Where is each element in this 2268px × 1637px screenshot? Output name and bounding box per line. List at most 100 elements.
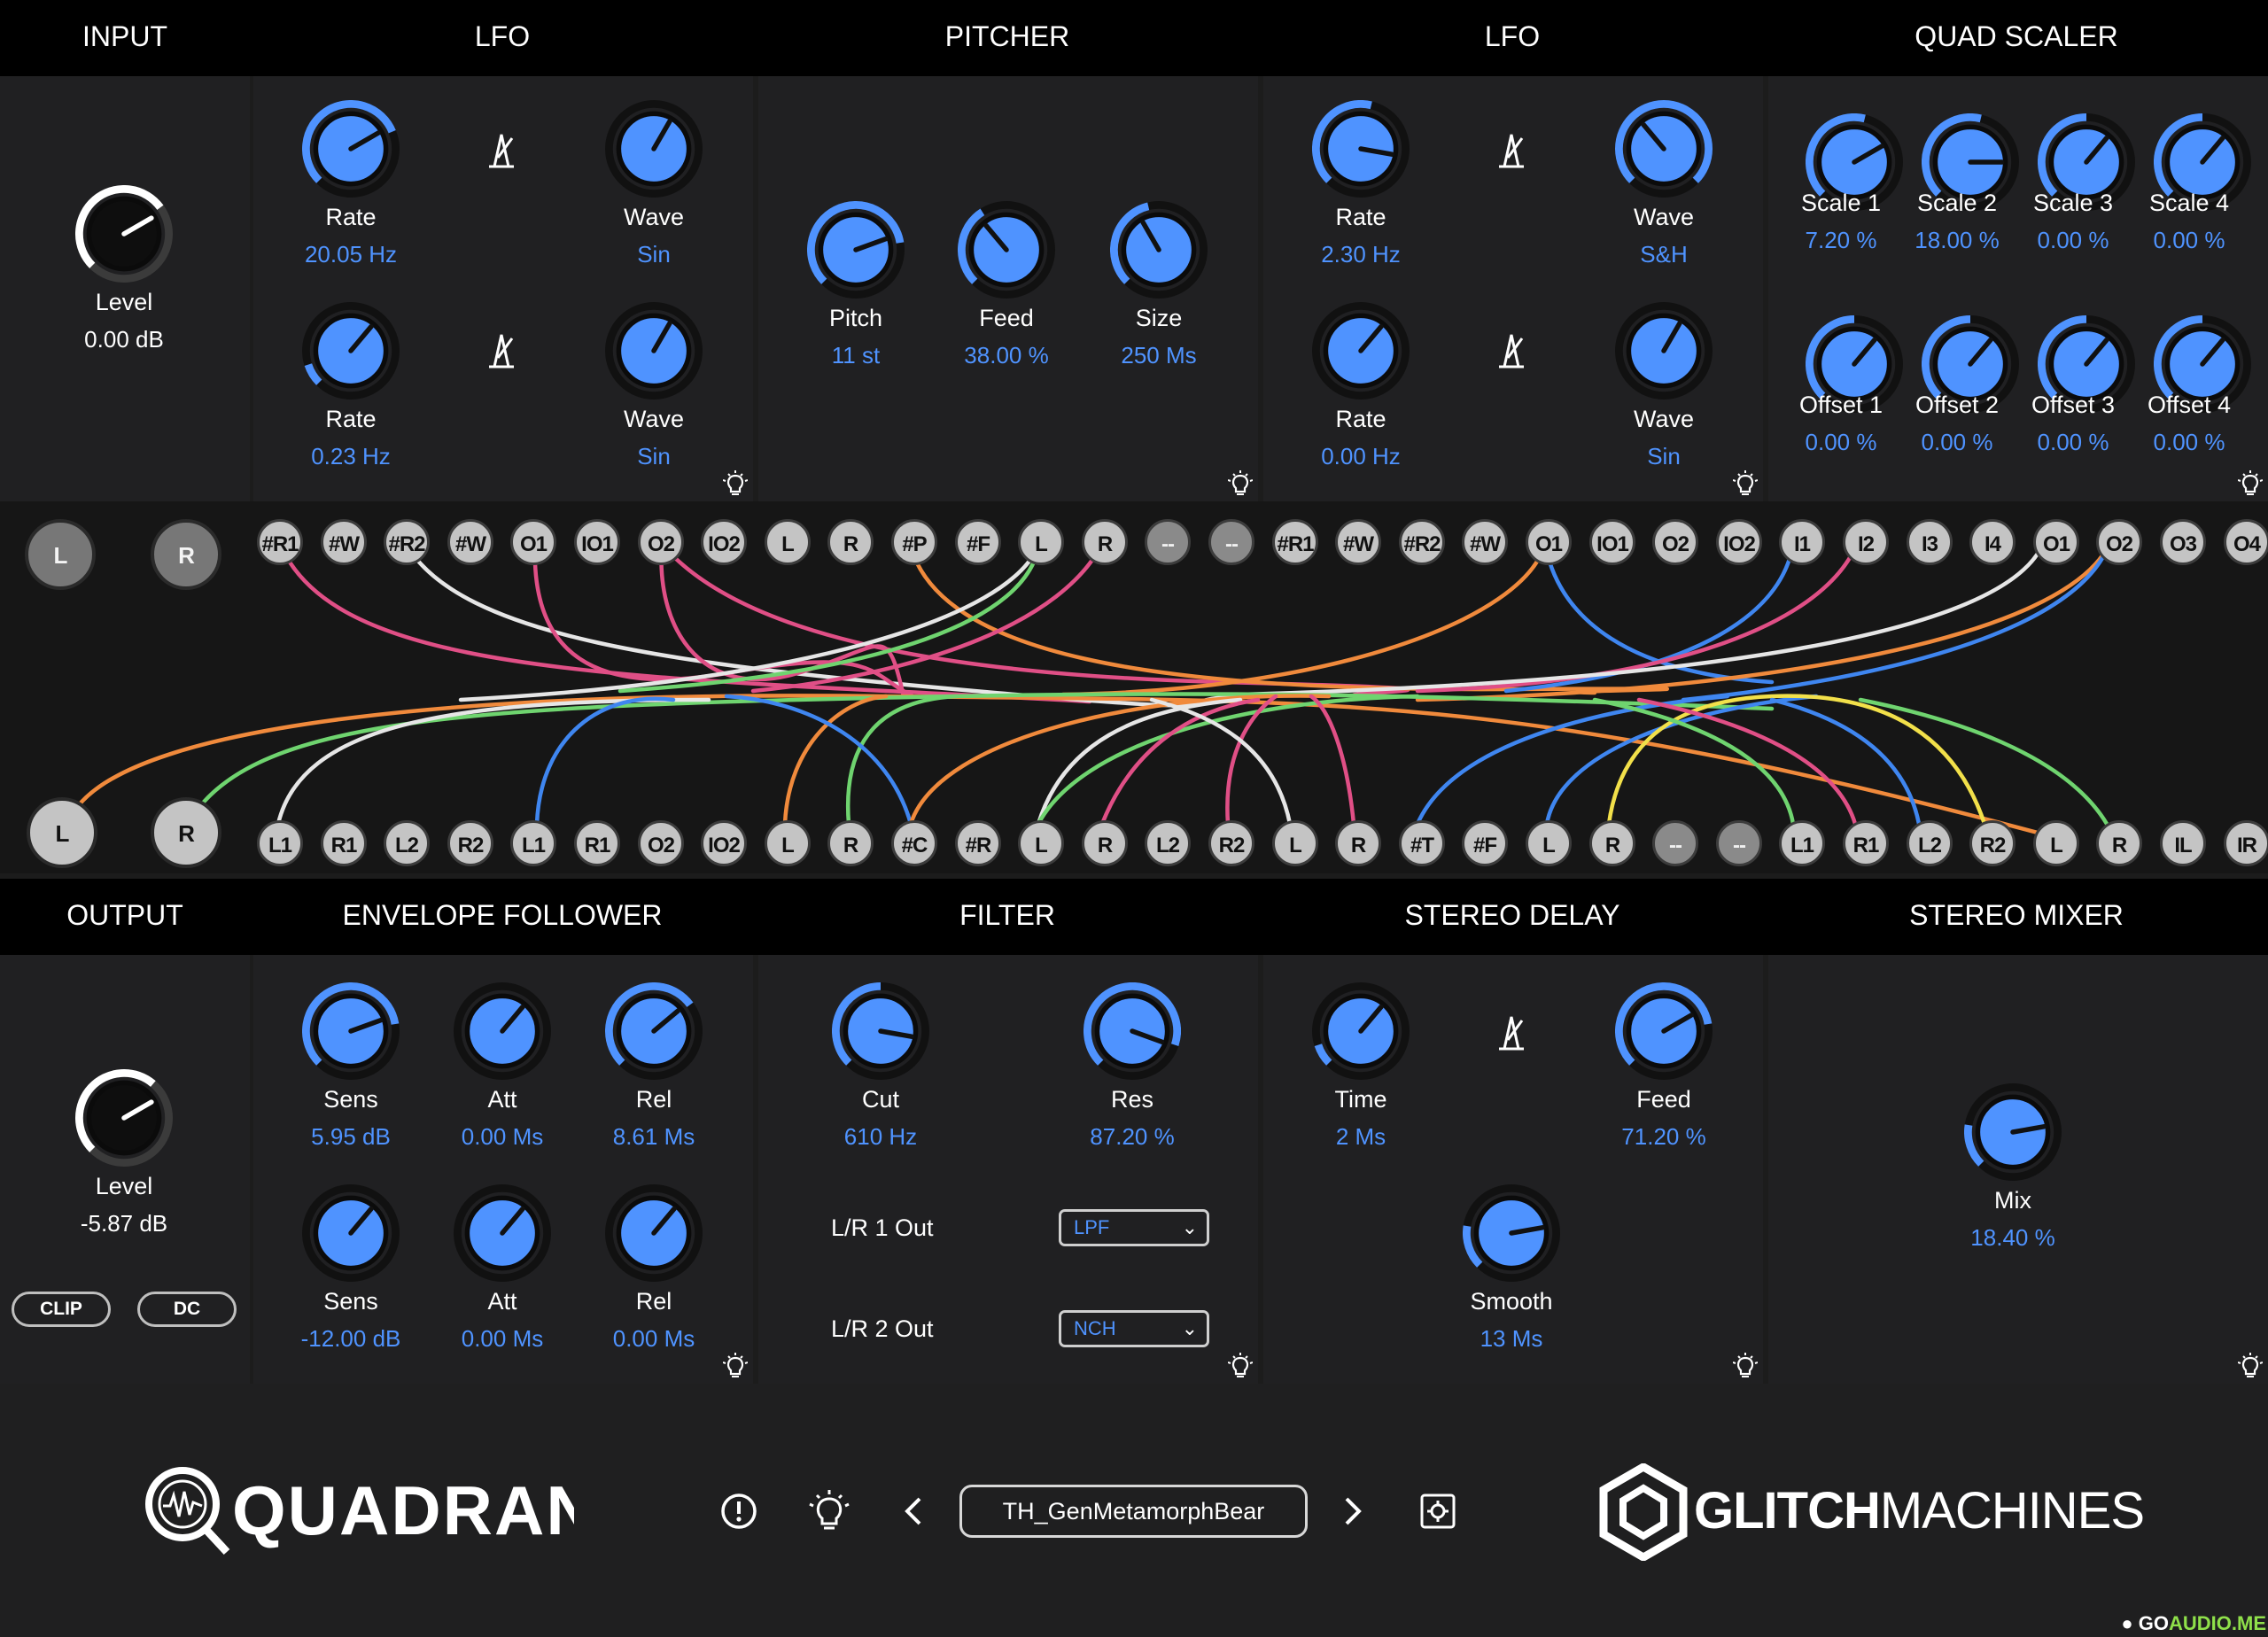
- filter-cut-knob[interactable]: [832, 982, 929, 1080]
- pitcher-feed-knob[interactable]: [958, 201, 1055, 299]
- output-jack-l[interactable]: L: [27, 797, 97, 868]
- light-bulb-icon[interactable]: [2238, 470, 2263, 497]
- patch-jack-top-12[interactable]: L: [1018, 519, 1064, 565]
- patch-jack-bottom-3[interactable]: R2: [447, 820, 493, 866]
- patch-jack-top-13[interactable]: R: [1082, 519, 1128, 565]
- metronome-icon[interactable]: [485, 331, 517, 370]
- patch-jack-bottom-29[interactable]: R: [2096, 820, 2142, 866]
- light-bulb-icon[interactable]: [1228, 1353, 1253, 1379]
- patch-jack-bottom-8[interactable]: L: [765, 820, 811, 866]
- env-rel2-knob[interactable]: [605, 1184, 703, 1282]
- info-icon[interactable]: [719, 1492, 758, 1531]
- patch-jack-top-29[interactable]: O2: [2096, 519, 2142, 565]
- patch-jack-bottom-18[interactable]: #T: [1399, 820, 1445, 866]
- pitcher-pitch-knob[interactable]: [807, 201, 905, 299]
- patch-jack-bottom-4[interactable]: L1: [510, 820, 556, 866]
- patch-jack-bottom-27[interactable]: R2: [1969, 820, 2016, 866]
- patch-jack-bottom-17[interactable]: R: [1335, 820, 1381, 866]
- delay-feed-knob[interactable]: [1615, 982, 1713, 1080]
- metronome-icon[interactable]: [1495, 131, 1527, 170]
- patch-jack-bottom-11[interactable]: #R: [955, 820, 1001, 866]
- patch-jack-top-26[interactable]: I3: [1907, 519, 1953, 565]
- patch-jack-bottom-30[interactable]: IL: [2160, 820, 2206, 866]
- lfo2-wave2-knob[interactable]: [1615, 302, 1713, 400]
- input-jack-l[interactable]: L: [25, 519, 96, 590]
- patch-jack-bottom-9[interactable]: R: [827, 820, 874, 866]
- patch-jack-top-1[interactable]: #W: [321, 519, 367, 565]
- light-bulb-icon[interactable]: [1733, 470, 1758, 497]
- patch-jack-top-8[interactable]: L: [765, 519, 811, 565]
- patch-jack-bottom-24[interactable]: L1: [1779, 820, 1825, 866]
- light-bulb-icon[interactable]: [808, 1488, 850, 1532]
- env-att1-knob[interactable]: [454, 982, 551, 1080]
- patch-jack-bottom-13[interactable]: R: [1082, 820, 1128, 866]
- delay-time-knob[interactable]: [1312, 982, 1410, 1080]
- patch-jack-bottom-21[interactable]: R: [1589, 820, 1635, 866]
- patch-jack-bottom-16[interactable]: L: [1272, 820, 1318, 866]
- patch-jack-top-21[interactable]: IO1: [1589, 519, 1635, 565]
- preset-name-field[interactable]: TH_GenMetamorphBear: [959, 1485, 1308, 1538]
- quad-scale3-knob[interactable]: [2038, 113, 2135, 211]
- env-sens1-knob[interactable]: [302, 982, 400, 1080]
- light-bulb-icon[interactable]: [1228, 470, 1253, 497]
- patch-jack-top-20[interactable]: O1: [1526, 519, 1572, 565]
- patch-jack-top-16[interactable]: #R1: [1272, 519, 1318, 565]
- quad-offset1-knob[interactable]: [1806, 315, 1903, 413]
- quad-scale4-knob[interactable]: [2154, 113, 2251, 211]
- patch-jack-bottom-7[interactable]: IO2: [701, 820, 747, 866]
- settings-icon[interactable]: [1419, 1493, 1456, 1530]
- patch-jack-bottom-28[interactable]: L: [2033, 820, 2079, 866]
- patch-jack-bottom-19[interactable]: #F: [1462, 820, 1508, 866]
- clip-button[interactable]: CLIP: [12, 1292, 111, 1327]
- patch-jack-bottom-6[interactable]: O2: [638, 820, 684, 866]
- patch-jack-top-18[interactable]: #R2: [1399, 519, 1445, 565]
- metronome-icon[interactable]: [1495, 1013, 1527, 1052]
- patch-jack-bottom-25[interactable]: R1: [1843, 820, 1889, 866]
- patch-jack-top-23[interactable]: IO2: [1716, 519, 1762, 565]
- quad-scale2-knob[interactable]: [1922, 113, 2019, 211]
- patch-jack-top-27[interactable]: I4: [1969, 519, 2016, 565]
- patch-jack-top-0[interactable]: #R1: [257, 519, 303, 565]
- lr2-out-select[interactable]: NCH ⌄: [1059, 1310, 1209, 1347]
- patch-jack-bottom-20[interactable]: L: [1526, 820, 1572, 866]
- patch-jack-top-2[interactable]: #R2: [384, 519, 430, 565]
- patch-jack-bottom-5[interactable]: R1: [574, 820, 620, 866]
- patch-jack-bottom-2[interactable]: L2: [384, 820, 430, 866]
- output-level-knob[interactable]: [75, 1069, 173, 1167]
- patch-jack-top-10[interactable]: #P: [891, 519, 937, 565]
- chevron-right-icon[interactable]: [1334, 1492, 1370, 1531]
- patch-jack-bottom-26[interactable]: L2: [1907, 820, 1953, 866]
- patch-jack-bottom-31[interactable]: IR: [2224, 820, 2268, 866]
- patch-jack-bottom-14[interactable]: L2: [1145, 820, 1191, 866]
- lfo1-wave-knob[interactable]: [605, 100, 703, 198]
- lfo1-wave2-knob[interactable]: [605, 302, 703, 400]
- metronome-icon[interactable]: [1495, 331, 1527, 370]
- mixer-mix-knob[interactable]: [1964, 1083, 2062, 1181]
- patch-jack-bottom-0[interactable]: L1: [257, 820, 303, 866]
- quad-offset4-knob[interactable]: [2154, 315, 2251, 413]
- patch-jack-top-7[interactable]: IO2: [701, 519, 747, 565]
- light-bulb-icon[interactable]: [723, 1353, 748, 1379]
- filter-res-knob[interactable]: [1084, 982, 1181, 1080]
- dc-button[interactable]: DC: [137, 1292, 237, 1327]
- lr1-out-select[interactable]: LPF ⌄: [1059, 1209, 1209, 1246]
- patch-jack-top-9[interactable]: R: [827, 519, 874, 565]
- patch-jack-bottom-23[interactable]: --: [1716, 820, 1762, 866]
- patch-jack-bottom-22[interactable]: --: [1652, 820, 1698, 866]
- light-bulb-icon[interactable]: [723, 470, 748, 497]
- patch-jack-top-28[interactable]: O1: [2033, 519, 2079, 565]
- input-jack-r[interactable]: R: [151, 519, 221, 590]
- patch-jack-top-31[interactable]: O4: [2224, 519, 2268, 565]
- quad-scale1-knob[interactable]: [1806, 113, 1903, 211]
- delay-smooth-knob[interactable]: [1463, 1184, 1560, 1282]
- patch-jack-top-11[interactable]: #F: [955, 519, 1001, 565]
- patch-jack-top-4[interactable]: O1: [510, 519, 556, 565]
- patch-jack-top-3[interactable]: #W: [447, 519, 493, 565]
- patch-jack-bottom-1[interactable]: R1: [321, 820, 367, 866]
- quad-offset2-knob[interactable]: [1922, 315, 2019, 413]
- patch-jack-bottom-15[interactable]: R2: [1208, 820, 1254, 866]
- metronome-icon[interactable]: [485, 131, 517, 170]
- patch-jack-top-5[interactable]: IO1: [574, 519, 620, 565]
- lfo1-rate2-knob[interactable]: [302, 302, 400, 400]
- env-rel1-knob[interactable]: [605, 982, 703, 1080]
